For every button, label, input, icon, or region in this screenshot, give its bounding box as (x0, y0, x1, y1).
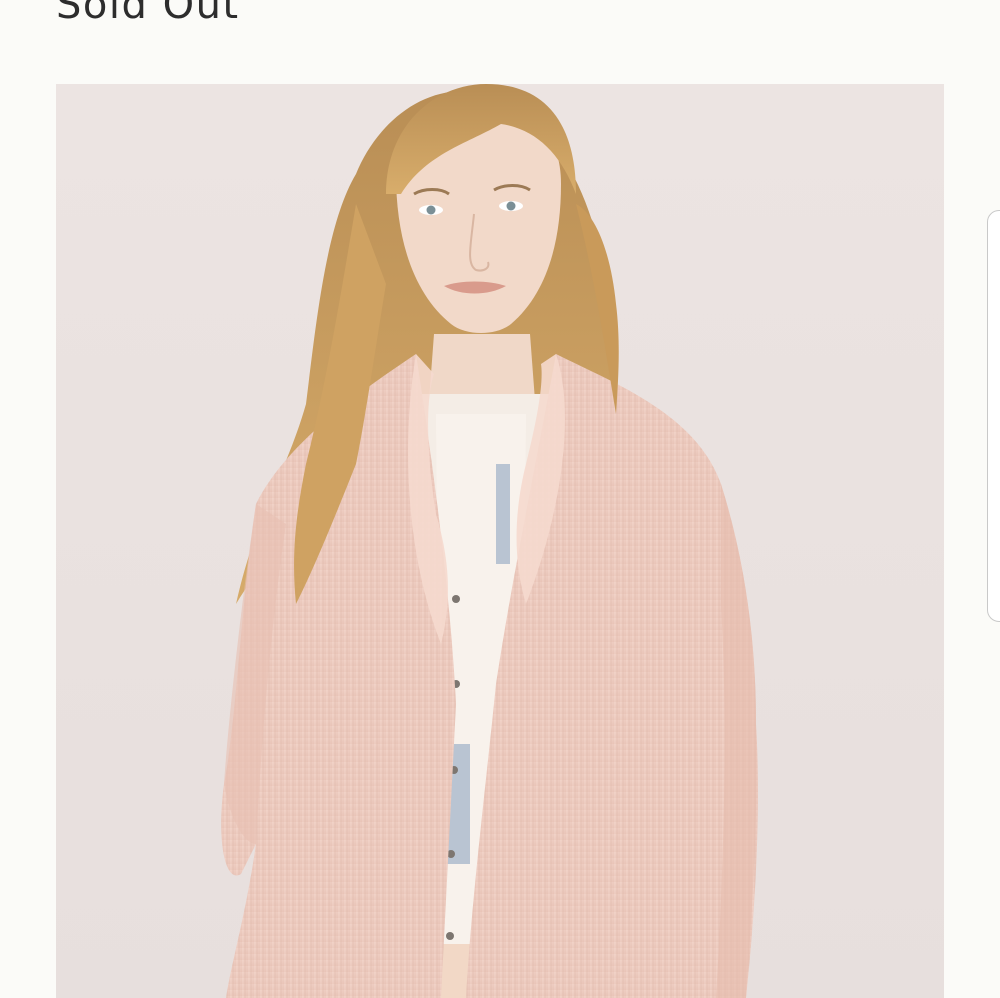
product-page: Sold Out (0, 0, 1000, 998)
product-photo-icon (56, 84, 944, 998)
product-image[interactable] (56, 84, 944, 998)
sold-out-label: Sold Out (56, 0, 240, 28)
side-scroll-tab[interactable] (987, 210, 1000, 622)
